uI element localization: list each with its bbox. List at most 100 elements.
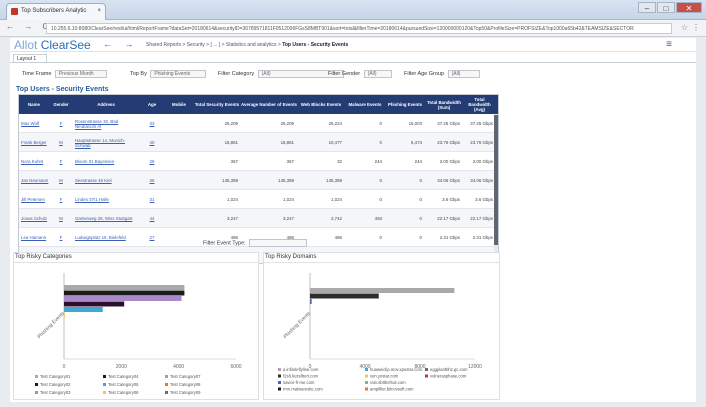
tab-close-icon[interactable]: × bbox=[97, 4, 101, 19]
legend-label[interactable]: f2s8.kuzelbert.com bbox=[283, 374, 319, 379]
legend-label[interactable]: huaweiclip.mov.xpostar.com bbox=[370, 367, 423, 372]
legend-label[interactable]: Test Category07 bbox=[170, 374, 201, 379]
legend-label[interactable]: Test Category06 bbox=[108, 390, 139, 395]
time-frame-select[interactable]: Previous Month bbox=[54, 69, 107, 78]
filter-category: Filter Category (All) bbox=[218, 69, 344, 79]
browser-menu-icon[interactable]: ⋮ bbox=[692, 23, 700, 32]
cell-name[interactable]: Jonas Schulz bbox=[19, 209, 49, 228]
bar-test-category03[interactable] bbox=[64, 296, 182, 301]
legend-label[interactable]: Test Category05 bbox=[108, 382, 139, 387]
cell-address[interactable]: Seestrasse 46 Kiel bbox=[73, 171, 139, 190]
cell-address[interactable]: Hauptstrasse 14, Munich-Schwab bbox=[73, 133, 139, 152]
legend-label[interactable]: savior-fr-me.com bbox=[283, 380, 315, 385]
cell-age[interactable]: 33 bbox=[139, 114, 165, 133]
cell-total: 1,024 bbox=[227, 197, 238, 202]
col-web-blocks[interactable]: Web Blocks Events bbox=[297, 95, 345, 114]
maximize-button[interactable]: □ bbox=[657, 2, 675, 13]
bar-test-category01[interactable] bbox=[64, 285, 185, 290]
cell-gender[interactable]: M bbox=[49, 209, 73, 228]
cell-gender[interactable]: M bbox=[49, 133, 73, 152]
cell-gender[interactable]: F bbox=[49, 152, 73, 171]
col-mobile[interactable]: Mobile bbox=[165, 95, 193, 114]
cell-age[interactable]: 31 bbox=[139, 190, 165, 209]
cell-name[interactable]: Nora Kuhnt bbox=[19, 152, 49, 171]
bar-f2s8-kuzelbert-com[interactable] bbox=[310, 293, 379, 299]
cell-name[interactable]: Jill Petersen bbox=[19, 190, 49, 209]
cell-gender[interactable]: F bbox=[49, 190, 73, 209]
bar-test-category02[interactable] bbox=[64, 290, 185, 296]
bar-test-category04[interactable] bbox=[64, 301, 125, 307]
table-row: Jonas Schulz M Gartenweg 28, Wiss Stuttgar… bbox=[19, 209, 498, 228]
cell-bw_avg: 3.6 Gbps bbox=[475, 197, 493, 202]
legend-label[interactable]: Test Category03 bbox=[40, 390, 71, 395]
gender-select[interactable]: (All) bbox=[363, 69, 392, 78]
cell-name[interactable]: Max Wolf bbox=[19, 114, 49, 133]
cell-bw_avg: 2.00 Gbps bbox=[472, 159, 493, 164]
hamburger-menu-icon[interactable]: ≡ bbox=[666, 39, 672, 50]
legend-label[interactable]: rmn.malwaresite.com bbox=[283, 387, 323, 392]
cell-address[interactable]: Gartenweg 28, Wiss Stuttgart bbox=[73, 209, 139, 228]
col-gender[interactable]: Gender bbox=[49, 95, 73, 114]
cell-address[interactable]: Bloom 31 Bayerisen bbox=[73, 152, 139, 171]
cell-web: 2,742 bbox=[331, 216, 342, 221]
top-by-select[interactable]: Phishing Events bbox=[150, 69, 207, 78]
legend-label[interactable]: Test Category01 bbox=[40, 374, 71, 379]
bar-a-infiniteflyline-com[interactable] bbox=[310, 288, 455, 293]
cell-avg: 1,024 bbox=[283, 197, 294, 202]
cell-phishing: 0 bbox=[419, 178, 422, 183]
cell-bw_sum: 23.76 Gbps bbox=[437, 140, 460, 145]
browser-tab[interactable]: Top Subscribers Analytic × bbox=[6, 3, 106, 20]
legend-label[interactable]: vulnerasphase.com bbox=[430, 374, 467, 379]
age-group-select[interactable]: (All) bbox=[447, 69, 480, 78]
col-malware[interactable]: Malware Events bbox=[345, 95, 385, 114]
cell-address[interactable]: Ludwigsplatz 19, Bielefeld bbox=[73, 228, 139, 247]
legend-label[interactable]: Test Category04 bbox=[108, 374, 139, 379]
cell-age[interactable]: 36 bbox=[139, 171, 165, 190]
col-phishing[interactable]: Phishing Events bbox=[385, 95, 425, 114]
cell-name[interactable]: Frank Berger bbox=[19, 133, 49, 152]
app-nav-arrows[interactable]: ← → bbox=[103, 39, 139, 49]
col-total-events[interactable]: Total Security Events bbox=[193, 95, 241, 114]
bar-test-category06[interactable] bbox=[64, 312, 65, 318]
cell-address[interactable]: Lindes 37/1 Halle bbox=[73, 190, 139, 209]
x-tick-label: 6000 bbox=[230, 364, 241, 370]
bar-savior-fr-me-com[interactable] bbox=[310, 299, 312, 304]
url-input[interactable]: 10.255.6.10:8080/ClearSee/rest/ui/html/R… bbox=[46, 23, 672, 34]
col-average-events[interactable]: Average Number of Events bbox=[241, 95, 297, 114]
legend-swatch bbox=[35, 391, 38, 394]
col-address[interactable]: Address bbox=[73, 95, 139, 114]
cell-name[interactable]: Jan Neumann bbox=[19, 171, 49, 190]
cell-gender[interactable]: F bbox=[49, 114, 73, 133]
col-bandwidth-sum[interactable]: Total Bandwidth (Sum) bbox=[425, 95, 463, 114]
close-window-button[interactable]: ✕ bbox=[676, 2, 702, 13]
cell-age[interactable]: 40 bbox=[139, 133, 165, 152]
cell-age[interactable]: 44 bbox=[139, 209, 165, 228]
cell-name[interactable]: Lea Hamann bbox=[19, 228, 49, 247]
cell-age[interactable]: 29 bbox=[139, 152, 165, 171]
legend-label[interactable]: a.infiniteflyline.com bbox=[283, 367, 319, 372]
col-age[interactable]: Age bbox=[139, 95, 165, 114]
legend-swatch bbox=[425, 368, 428, 371]
cell-age[interactable]: 27 bbox=[139, 228, 165, 247]
legend-label[interactable]: Test Category08 bbox=[170, 382, 201, 387]
legend-label[interactable]: xen.yostar.com bbox=[370, 374, 399, 379]
cell-gender[interactable]: M bbox=[49, 171, 73, 190]
cell-gender[interactable]: F bbox=[49, 228, 73, 247]
bar-test-category05[interactable] bbox=[64, 307, 103, 312]
legend-label[interactable]: amplifier.bitcovsoft.com bbox=[370, 387, 414, 392]
cell-mobile bbox=[165, 209, 193, 228]
col-name[interactable]: Name bbox=[19, 95, 49, 114]
chart-legend: Test Category01 Test Category02 Test Categ… bbox=[35, 374, 201, 395]
col-bandwidth-avg[interactable]: Total Bandwidth (Avg) bbox=[463, 95, 496, 114]
bookmark-star-icon[interactable]: ☆ bbox=[681, 23, 688, 32]
legend-label[interactable]: rain.sbtthefruit.com bbox=[370, 380, 406, 385]
table-scrollbar-thumb[interactable] bbox=[494, 115, 498, 245]
event-type-select[interactable] bbox=[249, 239, 308, 247]
legend-label[interactable]: Test Category09 bbox=[170, 390, 201, 395]
table-row: Jan Neumann M Seestrasse 46 Kiel 36 145,358 1… bbox=[19, 171, 498, 190]
legend-label[interactable]: Test Category02 bbox=[40, 382, 71, 387]
minimize-button[interactable]: – bbox=[638, 2, 656, 13]
cell-address[interactable]: Rosenstrasse 32, Bad Neubacum Af bbox=[73, 114, 139, 133]
legend-swatch bbox=[165, 375, 168, 378]
legend-label[interactable]: eggplantbhz.gc.com bbox=[430, 367, 468, 372]
